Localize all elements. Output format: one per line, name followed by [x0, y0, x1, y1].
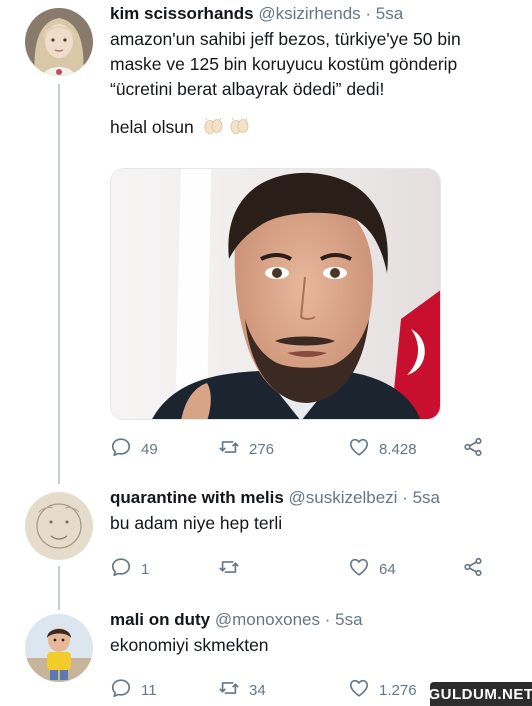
site-watermark: GULDUM.NET — [429, 682, 532, 706]
user-handle[interactable]: @suskizelbezi — [289, 488, 398, 507]
display-name[interactable]: kim scissorhands — [110, 4, 254, 23]
retweet-button[interactable]: 276 — [218, 437, 274, 461]
retweet-button[interactable]: 34 — [218, 678, 266, 702]
reply-count: 1 — [141, 560, 150, 578]
tweet-header: quarantine with melis @suskizelbezi · 5s… — [110, 487, 522, 509]
heart-icon — [348, 556, 370, 582]
tweet-text: amazon'un sahibi jeff bezos, türkiye'ye … — [110, 27, 522, 102]
timestamp[interactable]: 5sa — [335, 610, 362, 629]
reply-count: 49 — [141, 440, 158, 458]
like-count: 64 — [379, 560, 396, 578]
tweet-text-line: “ücretini berat albayrak ödedi” dedi! — [110, 79, 385, 99]
timestamp[interactable]: 5sa — [376, 4, 403, 23]
tweet-actions: 49 276 8.428 — [110, 437, 494, 461]
avatar[interactable] — [25, 8, 93, 76]
separator-dot: · — [324, 610, 331, 629]
display-name[interactable]: mali on duty — [110, 610, 210, 629]
tweet-text-extra: helal olsun — [110, 115, 522, 142]
like-button[interactable]: 8.428 — [348, 437, 417, 461]
like-count: 8.428 — [379, 440, 417, 458]
tweet-text-line: helal olsun — [110, 117, 194, 137]
reply-button[interactable]: 49 — [110, 437, 158, 461]
tweet-text: bu adam niye hep terli — [110, 513, 283, 533]
heart-icon — [348, 677, 370, 703]
reply-button[interactable]: 1 — [110, 557, 149, 581]
reply-button[interactable]: 11 — [110, 678, 157, 702]
retweet-icon — [218, 677, 240, 703]
like-button[interactable]: 64 — [348, 557, 396, 581]
avatar[interactable] — [25, 614, 93, 682]
tweet-text-line: maske ve 125 bin koruyucu kostüm gönderi… — [110, 54, 458, 74]
retweet-icon — [218, 436, 240, 462]
reply-icon — [110, 677, 132, 703]
share-button[interactable] — [462, 557, 484, 581]
tweet-photo[interactable] — [110, 168, 441, 420]
share-button[interactable] — [462, 437, 484, 461]
avatar[interactable] — [25, 492, 93, 560]
retweet-count: 276 — [249, 440, 275, 458]
tweet-actions: 1 64 — [110, 557, 494, 581]
separator-dot: · — [402, 488, 408, 507]
retweet-icon — [218, 556, 240, 582]
like-count: 1.276 — [379, 681, 417, 699]
separator-dot: · — [365, 4, 372, 23]
tweet-header: kim scissorhands @ksizirhends · 5sa — [110, 3, 522, 25]
share-icon — [462, 556, 484, 582]
tweet-header: mali on duty @monoxones · 5sa — [110, 609, 522, 631]
share-icon — [462, 436, 484, 462]
reply-icon — [110, 436, 132, 462]
tweet-text: ekonomiyi skmekten — [110, 635, 269, 655]
retweet-button[interactable] — [218, 557, 249, 581]
timestamp[interactable]: 5sa — [413, 488, 440, 507]
user-handle[interactable]: @ksizirhends — [258, 4, 360, 23]
heart-icon — [348, 436, 370, 462]
tweet-main[interactable]: kim scissorhands @ksizirhends · 5sa amaz… — [0, 0, 532, 470]
like-button[interactable]: 1.276 — [348, 678, 417, 702]
display-name[interactable]: quarantine with melis — [110, 488, 284, 507]
clap-hands-icon — [203, 117, 252, 142]
tweet-reply-1[interactable]: quarantine with melis @suskizelbezi · 5s… — [0, 484, 532, 594]
retweet-count: 34 — [249, 681, 266, 699]
tweet-text-line: amazon'un sahibi jeff bezos, türkiye'ye … — [110, 29, 461, 49]
reply-icon — [110, 556, 132, 582]
user-handle[interactable]: @monoxones — [215, 610, 320, 629]
reply-count: 11 — [141, 681, 157, 699]
